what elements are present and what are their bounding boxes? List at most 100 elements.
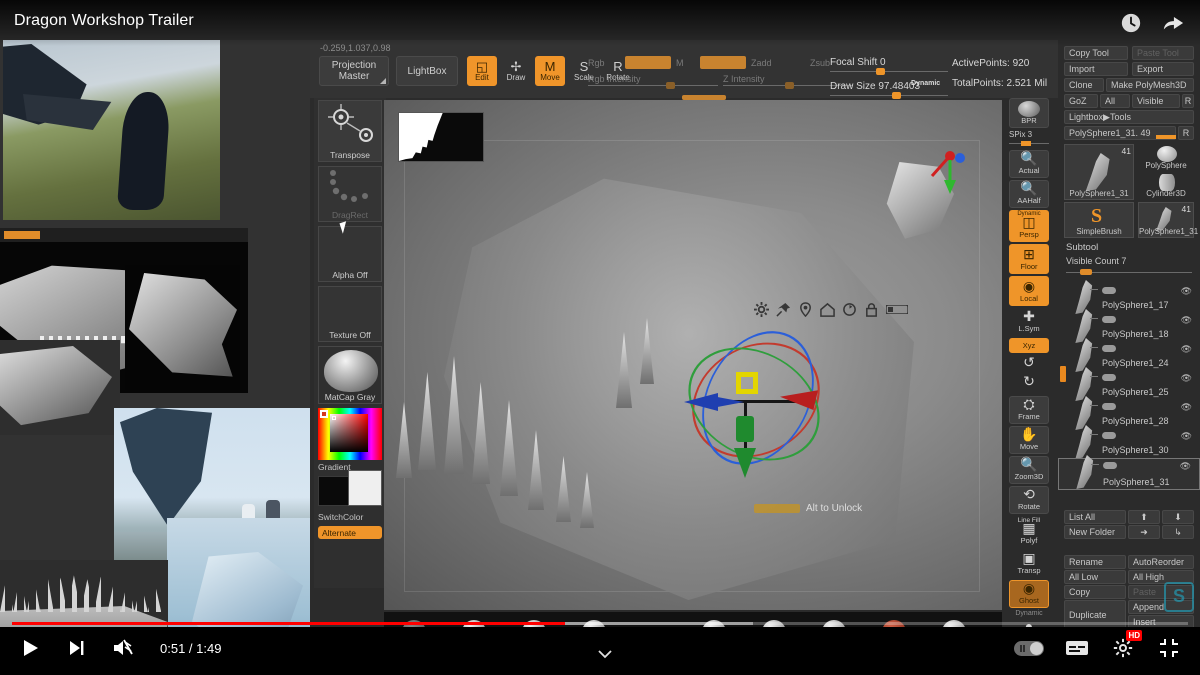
rename-button[interactable]: Rename: [1064, 555, 1126, 569]
rotate-cw-button[interactable]: ↻: [1009, 374, 1049, 392]
spix-slider[interactable]: SPix 3: [1009, 130, 1049, 148]
settings-gear-icon[interactable]: HD: [1110, 630, 1142, 661]
tool-slider-fill[interactable]: [1156, 135, 1176, 139]
lightbox-tools-button[interactable]: Lightbox▶Tools: [1064, 110, 1194, 124]
visible-button[interactable]: Visible: [1132, 94, 1180, 108]
all-button[interactable]: All: [1100, 94, 1130, 108]
clone-button[interactable]: Clone: [1064, 78, 1104, 92]
lock-icon[interactable]: [864, 302, 879, 317]
tool-r-button[interactable]: R: [1178, 126, 1194, 140]
zoom3d-button[interactable]: 🔍 Zoom3D: [1009, 456, 1049, 484]
switch-color-swatches[interactable]: [318, 470, 382, 510]
tool-thumb-cylinder3d[interactable]: Cylinder3D: [1138, 172, 1194, 200]
indent-right-button[interactable]: ➜: [1128, 525, 1160, 539]
play-icon[interactable]: [18, 635, 44, 661]
primary-color-swatch[interactable]: [318, 476, 352, 506]
pin-icon[interactable]: [776, 302, 791, 317]
rotate-nav-button[interactable]: ⟲ Rotate: [1009, 486, 1049, 514]
rotate-ccw-button[interactable]: ↺: [1009, 355, 1049, 373]
subtool-row-6-selected[interactable]: 👁 PolySphere1_31: [1058, 455, 1200, 490]
tool-thumb-polysphere131-b[interactable]: 41 PolySphere1_31: [1138, 202, 1198, 238]
import-button[interactable]: Import: [1064, 62, 1128, 76]
volume-muted-icon[interactable]: [110, 635, 136, 661]
transp-button[interactable]: ▣ Transp: [1009, 550, 1049, 578]
subtool-row-2[interactable]: 👁 PolySphere1_24: [1058, 338, 1200, 372]
lsym-button[interactable]: ✚ L.Sym: [1009, 309, 1049, 336]
watch-later-icon[interactable]: [1118, 10, 1144, 36]
tool-thumb-simplebrush[interactable]: S SimpleBrush: [1064, 202, 1134, 238]
stroke-slot[interactable]: DragRect: [318, 166, 382, 222]
eye-icon[interactable]: 👁: [1181, 431, 1192, 442]
slider-knob[interactable]: [876, 68, 885, 75]
make-polymesh3d-button[interactable]: Make PolyMesh3D: [1106, 78, 1194, 92]
list-all-button[interactable]: List All: [1064, 510, 1126, 524]
slider-knob[interactable]: [892, 92, 901, 99]
autoplay-toggle[interactable]: [1014, 640, 1044, 656]
edit-mode-button[interactable]: ◱ Edit: [467, 56, 497, 86]
eye-icon[interactable]: 👁: [1181, 402, 1192, 413]
slider-icon[interactable]: [886, 305, 908, 314]
row-toggle[interactable]: [1102, 287, 1116, 294]
row-toggle[interactable]: [1102, 432, 1116, 439]
eye-icon[interactable]: 👁: [1181, 286, 1192, 297]
row-toggle[interactable]: [1102, 345, 1116, 352]
persp-button[interactable]: Dynamic ◫ Persp: [1009, 210, 1049, 242]
eye-icon[interactable]: 👁: [1180, 461, 1191, 472]
projection-master-button[interactable]: Projection Master: [319, 56, 389, 86]
floor-button[interactable]: ⊞ Floor: [1009, 244, 1049, 274]
draw-mode-button[interactable]: ✢ Draw: [501, 56, 531, 86]
visible-r-button[interactable]: R: [1182, 94, 1194, 108]
move-mode-button[interactable]: M Move: [535, 56, 565, 86]
dynamic-label[interactable]: Dynamic: [911, 80, 940, 87]
next-video-icon[interactable]: [64, 635, 90, 661]
rgb-fill-bar[interactable]: [625, 56, 671, 69]
paste-tool-button[interactable]: Paste Tool: [1132, 46, 1194, 60]
bpr-button[interactable]: BPR: [1009, 98, 1049, 128]
subtool-row-3[interactable]: 👁 PolySphere1_25: [1058, 367, 1200, 401]
indent-down-button[interactable]: ↳: [1162, 525, 1194, 539]
rgb-intensity-slider[interactable]: [588, 80, 718, 91]
secondary-color-swatch[interactable]: [348, 470, 382, 506]
chevron-down-icon[interactable]: [592, 641, 618, 667]
goz-button[interactable]: GoZ: [1064, 94, 1098, 108]
gear-icon[interactable]: [754, 302, 769, 317]
progress-bar[interactable]: [0, 619, 1200, 627]
visible-count-slider[interactable]: [1066, 268, 1192, 276]
copy-tool-button[interactable]: Copy Tool: [1064, 46, 1128, 60]
eye-icon[interactable]: 👁: [1181, 344, 1192, 355]
alpha-slot[interactable]: Alpha Off: [318, 226, 382, 282]
subtool-list[interactable]: 👁 PolySphere1_17 👁 PolySphere1_18 👁 Poly…: [1058, 280, 1200, 512]
move-up-button[interactable]: ⬆: [1128, 510, 1160, 524]
share-icon[interactable]: [1160, 10, 1186, 36]
tool-thumb-polysphere131-a[interactable]: 41 PolySphere1_31: [1064, 144, 1134, 200]
gizmo-toolbar[interactable]: [754, 302, 908, 317]
export-button[interactable]: Export: [1132, 62, 1194, 76]
slider-knob[interactable]: [666, 82, 675, 89]
polyframe-button[interactable]: Line Fill ▦ Polyf: [1009, 516, 1049, 548]
eye-icon[interactable]: 👁: [1181, 315, 1192, 326]
transpose-slot[interactable]: Transpose: [318, 100, 382, 162]
row-toggle[interactable]: [1102, 316, 1116, 323]
local-button[interactable]: ◉ Local: [1009, 276, 1049, 306]
focal-shift-slider[interactable]: [830, 66, 948, 77]
aahalf-button[interactable]: 🔍 AAHalf: [1009, 180, 1049, 208]
xyz-button[interactable]: Xyz: [1009, 338, 1049, 353]
subtool-row-0[interactable]: 👁 PolySphere1_17: [1058, 280, 1200, 314]
transpose-gizmo[interactable]: [666, 312, 854, 484]
gizmo-center-handle[interactable]: [736, 372, 758, 394]
subtool-row-5[interactable]: 👁 PolySphere1_30: [1058, 425, 1200, 459]
row-toggle[interactable]: [1102, 403, 1116, 410]
subtool-row-4[interactable]: 👁 PolySphere1_28: [1058, 396, 1200, 430]
slider-knob[interactable]: [785, 82, 794, 89]
actual-button[interactable]: 🔍 Actual: [1009, 150, 1049, 178]
location-icon[interactable]: [798, 302, 813, 317]
eye-icon[interactable]: 👁: [1181, 373, 1192, 384]
rotate-icon[interactable]: [842, 302, 857, 317]
collapse-icon[interactable]: [1156, 635, 1182, 661]
slider-knob[interactable]: [1021, 141, 1031, 146]
texture-slot[interactable]: Texture Off: [318, 286, 382, 342]
home-icon[interactable]: [820, 302, 835, 317]
all-low-button[interactable]: All Low: [1064, 570, 1126, 584]
subtool-scroll-marker[interactable]: [1060, 366, 1066, 382]
slider-knob[interactable]: [1080, 269, 1092, 275]
